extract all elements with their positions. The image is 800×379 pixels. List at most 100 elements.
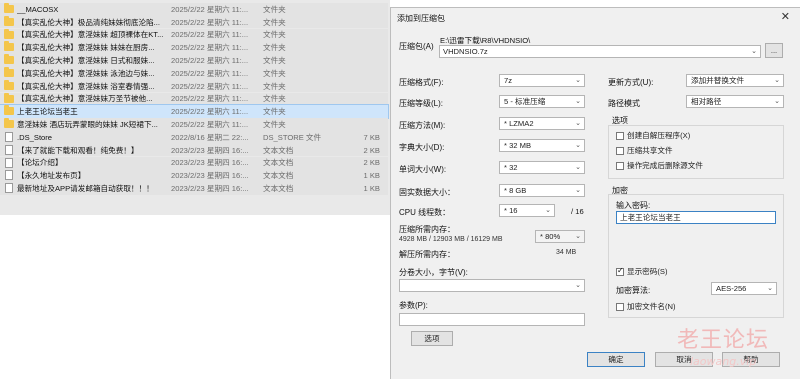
sfx-label: 创建自解压程序(X): [627, 131, 691, 140]
update-select[interactable]: 添加并替换文件 ⌄: [686, 74, 784, 87]
browse-button[interactable]: ...: [765, 43, 783, 58]
chevron-down-icon: ⌄: [575, 98, 581, 105]
file-size: 1 KB: [363, 171, 380, 181]
file-type: 文本文档: [263, 158, 294, 168]
folder-row[interactable]: 【真实乱伦大神】意淫妹妹 超顶裸体在KT... 2025/2/22 星期六 11:…: [0, 28, 388, 42]
chevron-down-icon: ⌄: [767, 285, 773, 292]
word-select[interactable]: * 32 ⌄: [499, 161, 585, 174]
solid-select[interactable]: * 8 GB ⌄: [499, 184, 585, 197]
folder-icon: [4, 3, 14, 13]
show-password-checkbox[interactable]: 显示密码(S): [616, 266, 668, 277]
encrypt-names-checkbox[interactable]: 加密文件名(N): [616, 301, 676, 312]
file-type: 文件夹: [263, 107, 286, 117]
dialog-title: 添加到压缩包: [397, 14, 445, 23]
file-row[interactable]: .DS_Store 2022/8/16 星期二 22:... DS_STORE 文件…: [0, 131, 388, 144]
file-row[interactable]: 【论坛介绍】 2023/2/23 星期四 16:... 文本文档 2 KB: [0, 156, 388, 170]
file-name: 【真实乱伦大神】意淫妹妹 日式和服妹...: [17, 55, 155, 65]
file-name: .DS_Store: [17, 132, 53, 142]
shared-checkbox[interactable]: 压缩共享文件: [616, 145, 673, 156]
folder-row[interactable]: 【真实乱伦大神】意淫妹妹 日式和服妹... 2025/2/22 星期六 11:..…: [0, 54, 388, 67]
close-icon[interactable]: ✕: [781, 10, 790, 23]
folder-row[interactable]: 【真实乱伦大神】意淫妹妹 妹妹在厨房... 2025/2/22 星期六 11:..…: [0, 41, 388, 54]
folder-row[interactable]: 意淫妹妹 酒店玩弄蒙眼的妹妹 JK短裙下... 2025/2/22 星期六 11:…: [0, 118, 388, 131]
delete-checkbox[interactable]: 操作完成后删除源文件: [616, 160, 703, 171]
file-row[interactable]: 最新地址及APP请发邮箱自动获取！！！ 2023/2/23 星期四 16:... 文…: [0, 182, 388, 195]
ok-button[interactable]: 确定: [587, 352, 645, 367]
folder-row[interactable]: 【真实乱伦大神】意淫妹妹万圣节被他... 2025/2/22 星期六 11:...…: [0, 92, 388, 106]
checkbox-box: [616, 302, 624, 311]
solid-value: * 8 GB: [504, 186, 527, 195]
file-name: 上老王论坛当老王: [17, 107, 78, 117]
file-type: 文本文档: [263, 145, 294, 155]
folder-row[interactable]: 【真实乱伦大神】意淫妹妹 浴室春情强... 2025/2/22 星期六 11:..…: [0, 79, 388, 93]
archive-label: 压缩包(A): [399, 42, 434, 51]
chevron-down-icon: ⌄: [774, 98, 780, 105]
method-value: * LZMA2: [504, 119, 534, 128]
encrypt-names-label: 加密文件名(N): [627, 302, 676, 311]
folder-row[interactable]: __MACOSX 2025/2/22 星期六 11:... 文件夹: [0, 3, 388, 16]
file-name: 【论坛介绍】: [17, 158, 63, 168]
folder-row[interactable]: 上老王论坛当老王 2025/2/22 星期六 11:... 文件夹: [0, 104, 389, 119]
method-select[interactable]: * LZMA2 ⌄: [499, 117, 585, 130]
file-type: 文件夹: [263, 30, 286, 40]
file-type: 文件夹: [263, 4, 286, 14]
doc-icon: [5, 144, 13, 155]
split-select[interactable]: ⌄: [399, 279, 585, 292]
update-label: 更新方式(U):: [608, 78, 654, 87]
file-size: 2 KB: [363, 145, 380, 155]
mem-value: 4928 MB / 12903 MB / 16129 MB: [399, 236, 503, 243]
format-select[interactable]: 7z ⌄: [499, 74, 585, 87]
file-date: 2023/2/23 星期四 16:...: [171, 158, 249, 168]
file-date: 2025/2/22 星期六 11:...: [171, 81, 249, 91]
file-type: 文件夹: [263, 119, 286, 129]
folder-icon: [4, 54, 14, 65]
file-date: 2025/2/22 星期六 11:...: [171, 119, 249, 129]
file-date: 2025/2/22 星期六 11:...: [171, 4, 249, 14]
path-select[interactable]: 相对路径 ⌄: [686, 95, 784, 108]
file-row[interactable]: 【来了就能下载和观看！纯免费！】 2023/2/23 星期四 16:... 文本文档…: [0, 143, 388, 157]
watermark-logo: 老王论坛: [677, 328, 770, 353]
file-date: 2025/2/22 星期六 11:...: [171, 30, 249, 40]
show-password-label: 显示密码(S): [627, 267, 668, 276]
shared-label: 压缩共享文件: [627, 146, 673, 155]
archive-name-input[interactable]: VHDNSIO.7z ⌄: [439, 45, 761, 58]
file-row[interactable]: 【永久地址发布页】 2023/2/23 星期四 16:... 文本文档 1 KB: [0, 169, 388, 182]
chevron-down-icon: ⌄: [774, 77, 780, 84]
dict-select[interactable]: * 32 MB ⌄: [499, 139, 585, 152]
folder-row[interactable]: 【真实乱伦大神】极品清纯妹妹彻底沦陷... 2025/2/22 星期六 11:..…: [0, 15, 388, 29]
password-input[interactable]: 上老王论坛当老王: [616, 211, 776, 224]
file-date: 2023/2/23 星期四 16:...: [171, 171, 249, 181]
sfx-checkbox[interactable]: 创建自解压程序(X): [616, 130, 690, 141]
threads-total: / 16: [571, 207, 584, 216]
threads-select[interactable]: * 16 ⌄: [499, 204, 555, 217]
file-date: 2025/2/22 星期六 11:...: [171, 68, 249, 78]
file-type: 文件夹: [263, 68, 286, 78]
archive-name-value: VHDNSIO.7z: [443, 47, 488, 56]
path-value: 相对路径: [691, 97, 722, 106]
file-name: 【真实乱伦大神】意淫妹妹 泳池边与妹...: [17, 68, 155, 78]
word-label: 单词大小(W):: [399, 165, 447, 174]
file-date: 2025/2/22 星期六 11:...: [171, 43, 249, 53]
folder-icon: [4, 41, 14, 52]
params-label: 参数(P):: [399, 301, 428, 310]
level-select[interactable]: 5 - 标准压缩 ⌄: [499, 95, 585, 108]
params-input[interactable]: [399, 313, 585, 326]
file-name: 【真实乱伦大神】意淫妹妹 超顶裸体在KT...: [17, 30, 164, 40]
mem-percent-value: * 80%: [540, 232, 561, 241]
mem-percent-select[interactable]: * 80% ⌄: [535, 230, 585, 243]
enc-method-select[interactable]: AES-256 ⌄: [711, 282, 777, 295]
threads-value: * 16: [504, 206, 518, 215]
decomp-value: 34 MB: [556, 249, 577, 256]
folder-icon: [4, 15, 14, 26]
update-value: 添加并替换文件: [691, 76, 745, 85]
file-size: 2 KB: [363, 158, 380, 168]
checkbox-box: [616, 146, 624, 155]
options-button[interactable]: 选项: [411, 331, 453, 346]
dict-value: * 32 MB: [504, 141, 532, 150]
password-label: 输入密码:: [616, 201, 651, 210]
folder-row[interactable]: 【真实乱伦大神】意淫妹妹 泳池边与妹... 2025/2/22 星期六 11:..…: [0, 67, 388, 80]
checkbox-box: [616, 131, 624, 140]
folder-icon: [4, 105, 14, 116]
watermark-url: laowang.vip: [690, 355, 757, 368]
mem-label: 压缩所需内存：: [399, 225, 455, 234]
